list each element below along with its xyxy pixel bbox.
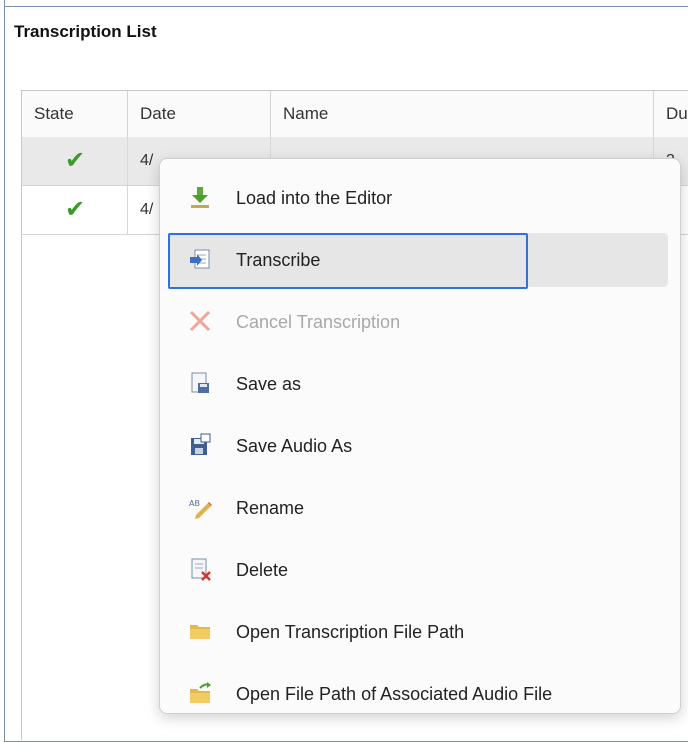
column-header-name[interactable]: Name xyxy=(271,91,654,137)
cancel-x-icon xyxy=(189,310,211,332)
menu-item-open-transcription-path[interactable]: Open Transcription File Path xyxy=(168,605,668,659)
menu-item-save-audio-as[interactable]: Save Audio As xyxy=(168,419,668,473)
menu-item-label: Rename xyxy=(236,498,305,518)
menu-item-label: Open Transcription File Path xyxy=(236,622,465,642)
folder-icon xyxy=(190,625,210,639)
save-document-icon xyxy=(191,372,209,393)
save-audio-icon xyxy=(191,433,211,455)
transcribe-icon xyxy=(190,249,210,269)
delete-document-icon xyxy=(191,558,211,581)
download-arrow-icon xyxy=(191,187,209,208)
menu-item-open-audio-path[interactable]: Open File Path of Associated Audio File xyxy=(168,667,668,721)
state-cell: ✔ xyxy=(22,137,128,185)
menu-item-label: Save Audio As xyxy=(236,436,353,456)
menu-item-cancel-transcription[interactable]: Cancel Transcription xyxy=(168,295,668,349)
menu-item-label: Open File Path of Associated Audio File xyxy=(236,684,553,704)
menu-item-label: Save as xyxy=(236,374,302,394)
column-header-duration[interactable]: Du xyxy=(654,91,688,137)
menu-item-label: Load into the Editor xyxy=(236,188,393,208)
menu-item-delete[interactable]: Delete xyxy=(168,543,668,597)
menu-item-save-as[interactable]: Save as xyxy=(168,357,668,411)
svg-text:AB: AB xyxy=(189,499,200,508)
menu-item-label: Transcribe xyxy=(236,250,321,270)
check-icon: ✔ xyxy=(64,196,86,223)
panel-title: Transcription List xyxy=(14,22,157,41)
menu-item-transcribe[interactable]: Transcribe xyxy=(168,233,668,289)
context-menu: Load into the Editor Transcribe Cancel T… xyxy=(159,158,681,714)
folder-open-arrow-icon xyxy=(190,682,211,703)
grid-header: State Date Name Du xyxy=(22,91,688,138)
rename-pencil-icon: AB xyxy=(189,499,212,519)
menu-item-label: Delete xyxy=(236,560,289,580)
menu-item-load-into-editor[interactable]: Load into the Editor xyxy=(168,171,668,225)
menu-item-label: Cancel Transcription xyxy=(236,312,401,332)
menu-item-rename[interactable]: AB Rename xyxy=(168,481,668,535)
check-icon: ✔ xyxy=(64,147,86,174)
column-header-date[interactable]: Date xyxy=(128,91,271,137)
state-cell: ✔ xyxy=(22,186,128,234)
column-header-state[interactable]: State xyxy=(22,91,128,137)
